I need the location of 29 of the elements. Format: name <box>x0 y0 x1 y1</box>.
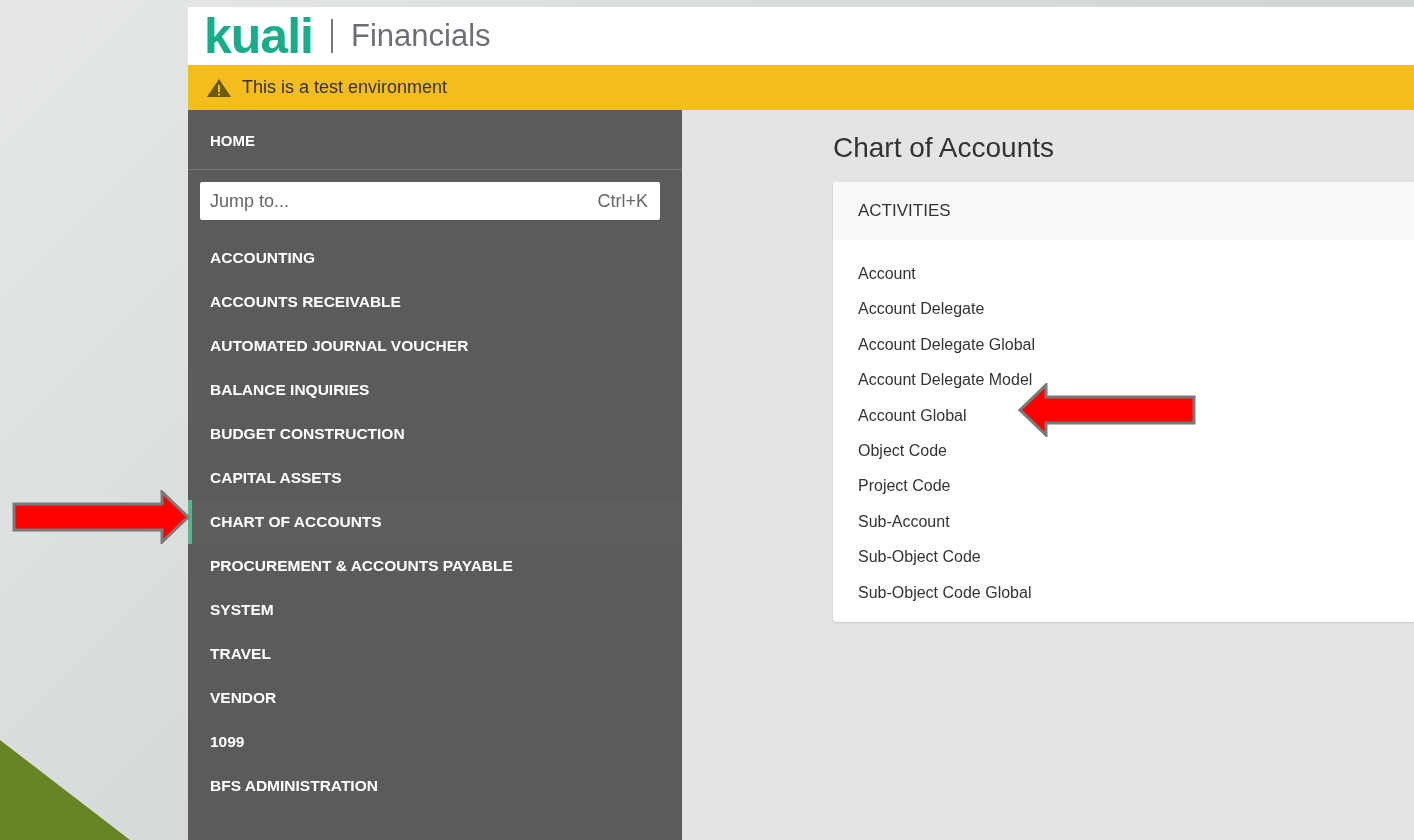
shortcut-hint: Ctrl+K <box>597 191 648 212</box>
sidebar-item[interactable]: PROCUREMENT & ACCOUNTS PAYABLE <box>188 544 682 588</box>
page-title: Chart of Accounts <box>833 132 1055 164</box>
product-name: Financials <box>350 18 491 54</box>
activity-link[interactable]: Account Global <box>858 397 967 434</box>
activity-link[interactable]: Sub-Object Code Global <box>858 574 1032 611</box>
sidebar-item[interactable]: BUDGET CONSTRUCTION <box>188 412 682 456</box>
activity-link[interactable]: Object Code <box>858 433 947 469</box>
activity-link[interactable]: Project Code <box>858 468 951 504</box>
sidebar-item[interactable]: VENDOR <box>188 676 682 720</box>
sidebar-item[interactable]: SYSTEM <box>188 588 682 632</box>
sidebar-item[interactable]: 1099 <box>188 720 682 764</box>
sidebar-item[interactable]: BFS ADMINISTRATION <box>188 764 682 808</box>
sidebar-item[interactable]: BALANCE INQUIRIES <box>188 368 682 412</box>
activity-link[interactable]: Sub-Object Code <box>858 539 981 575</box>
sidebar-item[interactable]: AUTOMATED JOURNAL VOUCHER <box>188 324 682 368</box>
activity-link[interactable]: Account <box>858 256 916 292</box>
activity-link[interactable]: Account Delegate Global <box>858 326 1035 363</box>
banner-text: This is a test environment <box>242 77 448 98</box>
activity-link[interactable]: Sub-Account <box>858 503 950 540</box>
sidebar-item[interactable]: ACCOUNTS RECEIVABLE <box>188 280 682 324</box>
card-heading: ACTIVITIES <box>858 201 951 221</box>
sidebar-item[interactable]: ACCOUNTING <box>188 236 682 280</box>
logo: kuali <box>204 11 313 61</box>
activity-link[interactable]: Account Delegate <box>858 291 985 327</box>
activity-link[interactable]: Account Delegate Model <box>858 362 1033 398</box>
warning-icon <box>206 77 232 98</box>
sidebar-item[interactable]: TRAVEL <box>188 632 682 676</box>
sidebar-item[interactable]: CAPITAL ASSETS <box>188 456 682 500</box>
